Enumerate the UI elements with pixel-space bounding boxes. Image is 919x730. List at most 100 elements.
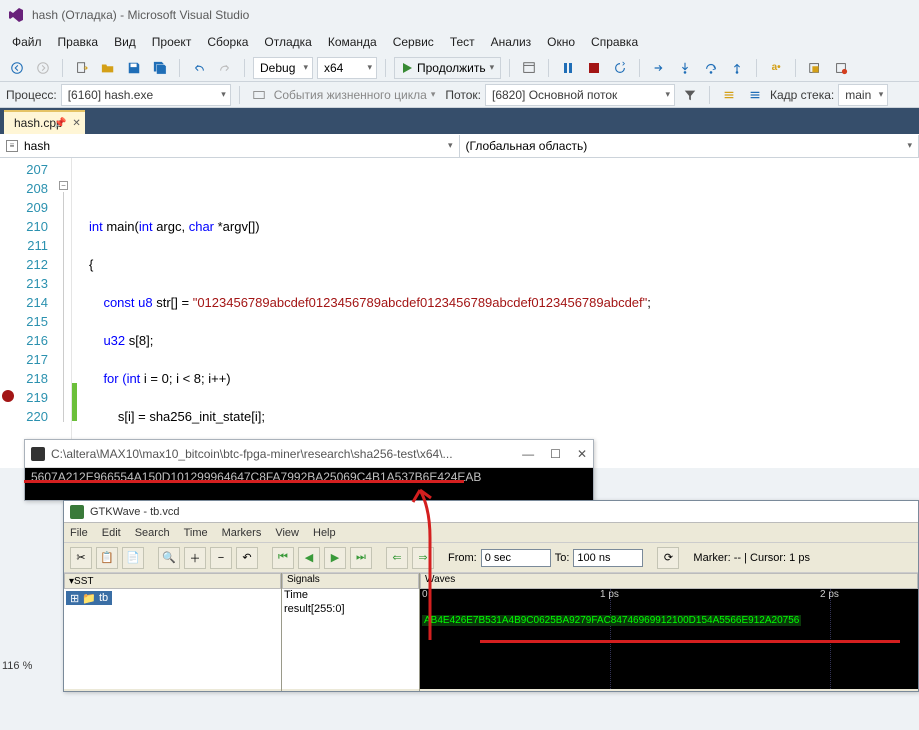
play-icon xyxy=(401,62,413,74)
line-numbers: 207208209 210211212 213214215 216217218 … xyxy=(0,158,58,468)
gtk-menu-edit[interactable]: Edit xyxy=(102,527,121,539)
console-window: C:\altera\MAX10\max10_bitcoin\btc-fpga-m… xyxy=(24,439,594,501)
to-input[interactable] xyxy=(573,549,643,567)
menu-edit[interactable]: Правка xyxy=(50,35,107,49)
tool1-icon[interactable] xyxy=(804,57,826,79)
close-tab-icon[interactable]: ✕ xyxy=(72,118,80,129)
stop-icon[interactable] xyxy=(583,57,605,79)
find-next-icon[interactable]: ⇒ xyxy=(412,547,434,569)
console-output: 5607A212E966554A150D101299964647C8FA7992… xyxy=(25,468,593,500)
annotation-underline-bottom xyxy=(480,640,900,643)
step-into-icon[interactable] xyxy=(674,57,696,79)
copy-icon[interactable]: 📋 xyxy=(96,547,118,569)
breakpoint-icon[interactable] xyxy=(2,390,14,402)
gtk-menu-help[interactable]: Help xyxy=(313,527,336,539)
step-out-icon[interactable] xyxy=(726,57,748,79)
next-icon[interactable]: ▶ xyxy=(324,547,346,569)
thread-label: Поток: xyxy=(445,88,481,102)
signals-label: Signals xyxy=(287,574,320,585)
restart-icon[interactable] xyxy=(609,57,631,79)
config-combo[interactable]: Debug xyxy=(253,57,313,79)
code-editor[interactable]: int main(int argc, char *argv[]) { const… xyxy=(77,158,651,468)
min-icon[interactable]: — xyxy=(522,447,534,461)
sst-node-tb[interactable]: ⊞ 📁 tb xyxy=(66,591,112,605)
process-label: Процесс: xyxy=(6,88,57,102)
close-icon[interactable]: ✕ xyxy=(577,447,587,461)
undo-icon[interactable] xyxy=(188,57,210,79)
window-title: hash (Отладка) - Microsoft Visual Studio xyxy=(32,8,249,22)
save-all-icon[interactable] xyxy=(149,57,171,79)
new-file-icon[interactable] xyxy=(71,57,93,79)
menu-team[interactable]: Команда xyxy=(320,35,385,49)
menu-test[interactable]: Тест xyxy=(442,35,483,49)
stack-btn2-icon[interactable] xyxy=(744,84,766,106)
lifecycle-label: События жизненного цикла xyxy=(274,88,427,102)
from-input[interactable] xyxy=(481,549,551,567)
step-next-icon[interactable] xyxy=(648,57,670,79)
browser-icon[interactable] xyxy=(518,57,540,79)
tab-hash-cpp[interactable]: hash.cpp 📌 ✕ xyxy=(4,110,85,134)
open-icon[interactable] xyxy=(97,57,119,79)
gtk-menu-view[interactable]: View xyxy=(275,527,299,539)
wave-value: AB4E426E7B531A4B9C0625BA9279FAC847469699… xyxy=(422,615,801,626)
tool2-icon[interactable] xyxy=(830,57,852,79)
continue-button[interactable]: Продолжить ▾ xyxy=(394,57,501,79)
lifecycle-icon[interactable] xyxy=(248,84,270,106)
cut-icon[interactable]: ✂ xyxy=(70,547,92,569)
last-icon[interactable]: ⏭ xyxy=(350,547,372,569)
menubar: Файл Правка Вид Проект Сборка Отладка Ко… xyxy=(0,30,919,54)
paste-icon[interactable]: 📄 xyxy=(122,547,144,569)
stack-btn1-icon[interactable] xyxy=(718,84,740,106)
console-title: C:\altera\MAX10\max10_bitcoin\btc-fpga-m… xyxy=(51,447,453,461)
first-icon[interactable]: ⏮ xyxy=(272,547,294,569)
gtk-menubar: File Edit Search Time Markers View Help xyxy=(64,523,918,543)
console-icon xyxy=(31,447,45,461)
menu-view[interactable]: Вид xyxy=(106,35,144,49)
menu-project[interactable]: Проект xyxy=(144,35,200,49)
process-combo[interactable]: [6160] hash.exe xyxy=(61,84,231,106)
gtk-menu-time[interactable]: Time xyxy=(184,527,208,539)
thread-combo[interactable]: [6820] Основной поток xyxy=(485,84,675,106)
zoom-in-icon[interactable]: ＋ xyxy=(184,547,206,569)
wave-canvas[interactable]: 0 1 ps 2 ps AB4E426E7B531A4B9C0625BA9279… xyxy=(420,589,918,689)
stack-combo[interactable]: main xyxy=(838,84,888,106)
pause-icon[interactable] xyxy=(557,57,579,79)
fold-box-icon[interactable]: − xyxy=(59,181,68,190)
zoom-percent: 116 % xyxy=(2,660,32,672)
menu-debug[interactable]: Отладка xyxy=(256,35,319,49)
menu-analyze[interactable]: Анализ xyxy=(483,35,540,49)
reload-icon[interactable]: ⟳ xyxy=(657,547,679,569)
gtk-menu-search[interactable]: Search xyxy=(135,527,170,539)
gtkwave-icon xyxy=(70,505,84,519)
menu-help[interactable]: Справка xyxy=(583,35,646,49)
filter-icon[interactable] xyxy=(679,84,701,106)
nav-member-combo[interactable]: (Глобальная область) xyxy=(460,135,919,157)
gtkwave-window: GTKWave - tb.vcd File Edit Search Time M… xyxy=(63,500,919,692)
gtk-menu-markers[interactable]: Markers xyxy=(222,527,262,539)
stack-label: Кадр стека: xyxy=(770,88,834,102)
max-icon[interactable]: ☐ xyxy=(550,447,561,461)
save-icon[interactable] xyxy=(123,57,145,79)
step-over-icon[interactable] xyxy=(700,57,722,79)
zoom-fit-icon[interactable]: 🔍 xyxy=(158,547,180,569)
nav-fwd-icon[interactable] xyxy=(32,57,54,79)
menu-window[interactable]: Окно xyxy=(539,35,583,49)
signal-result[interactable]: result[255:0] xyxy=(284,603,417,617)
find-prev-icon[interactable]: ⇐ xyxy=(386,547,408,569)
prev-icon[interactable]: ◀ xyxy=(298,547,320,569)
platform-combo[interactable]: x64 xyxy=(317,57,377,79)
menu-tools[interactable]: Сервис xyxy=(385,35,442,49)
pin-icon[interactable]: 📌 xyxy=(54,118,66,129)
menu-build[interactable]: Сборка xyxy=(199,35,256,49)
gtk-status: Marker: -- | Cursor: 1 ps xyxy=(693,552,810,564)
nav-back-icon[interactable] xyxy=(6,57,28,79)
gtk-menu-file[interactable]: File xyxy=(70,527,88,539)
from-label: From: xyxy=(448,552,477,564)
nav-scope-combo[interactable]: ≡ hash xyxy=(0,135,460,157)
zoom-out-icon[interactable]: − xyxy=(210,547,232,569)
hex-icon[interactable]: a• xyxy=(765,57,787,79)
gtkwave-title: GTKWave - tb.vcd xyxy=(90,506,179,518)
menu-file[interactable]: Файл xyxy=(4,35,50,49)
zoom-undo-icon[interactable]: ↶ xyxy=(236,547,258,569)
redo-icon[interactable] xyxy=(214,57,236,79)
